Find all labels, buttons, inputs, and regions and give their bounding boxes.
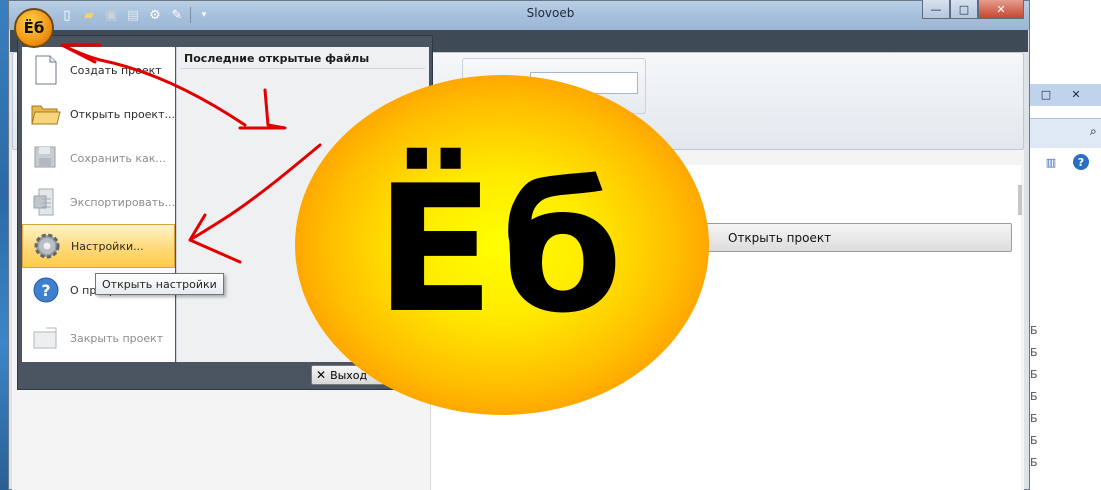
second-window-body — [1030, 148, 1101, 490]
list-item: Б — [1030, 368, 1038, 381]
second-window-close-button[interactable]: ✕ — [1065, 86, 1087, 102]
search-icon[interactable]: ⌕ — [1090, 124, 1097, 139]
application-button[interactable]: Ёб — [14, 8, 54, 48]
minimize-button[interactable]: — — [922, 0, 950, 19]
list-item: Б — [1030, 456, 1038, 469]
export-icon[interactable]: ▤ — [124, 6, 142, 24]
help-icon: ? — [30, 274, 62, 306]
menu-item-label: Экспортировать... — [70, 195, 176, 209]
second-window-maximize-button[interactable]: □ — [1035, 86, 1057, 102]
menu-item-label: Закрыть проект — [70, 331, 164, 345]
menu-item-open-project[interactable]: Открыть проект... — [22, 92, 175, 136]
menu-item-label: Открыть проект... — [70, 107, 175, 121]
exit-icon: ✕ — [316, 368, 327, 382]
divider — [180, 68, 425, 69]
gear-icon — [31, 230, 63, 262]
recent-files-title: Последние открытые файлы — [184, 52, 370, 65]
svg-text:?: ? — [41, 281, 50, 300]
menu-item-label: Настройки... — [71, 239, 144, 253]
list-item: Б — [1030, 412, 1038, 425]
menu-item-label: Создать проект — [70, 63, 162, 77]
save-icon[interactable]: ▣ — [102, 6, 120, 24]
logo-circle: Ёб — [295, 75, 709, 415]
quick-access-toolbar: ▯ ▰ ▣ ▤ ⚙ ✎ ▾ — [58, 4, 213, 26]
list-item: Б — [1030, 346, 1038, 359]
second-window-icons: ▥ ? — [1043, 154, 1089, 170]
scrollbar[interactable] — [1018, 185, 1022, 215]
toolbar-separator — [190, 7, 191, 23]
settings-tooltip: Открыть настройки — [95, 273, 224, 295]
close-button[interactable]: ✕ — [978, 0, 1024, 19]
settings-icon[interactable]: ⚙ — [146, 6, 164, 24]
save-as-icon — [30, 142, 62, 174]
list-item: Б — [1030, 324, 1038, 337]
new-file-icon[interactable]: ▯ — [58, 6, 76, 24]
desktop-edge — [0, 0, 8, 490]
menu-item-new-project[interactable]: Создать проект — [22, 48, 175, 92]
open-project-button[interactable]: Открыть проект — [705, 223, 1012, 252]
logo-text: Ёб — [375, 148, 629, 352]
new-document-icon — [30, 54, 62, 86]
list-item: Б — [1030, 434, 1038, 447]
export-icon — [30, 186, 62, 218]
open-folder-icon[interactable]: ▰ — [80, 6, 98, 24]
menu-item-label: Сохранить как... — [70, 151, 166, 165]
side-list: Б Б Б Б Б Б Б — [1030, 324, 1038, 470]
close-project-icon — [30, 322, 62, 354]
menu-item-close-project[interactable]: Закрыть проект — [22, 316, 175, 360]
folder-open-icon — [30, 98, 62, 130]
window-controls: — □ ✕ — [922, 0, 1024, 19]
list-item: Б — [1030, 390, 1038, 403]
menu-item-save-as[interactable]: Сохранить как... — [22, 136, 175, 180]
panel-icon[interactable]: ▥ — [1043, 154, 1059, 170]
menu-item-settings[interactable]: Настройки... — [22, 224, 175, 268]
dropdown-icon[interactable]: ▾ — [195, 6, 213, 24]
second-window-controls: □ ✕ — [1035, 86, 1087, 102]
menu-item-export[interactable]: Экспортировать... — [22, 180, 175, 224]
help-icon[interactable]: ? — [1073, 154, 1089, 170]
tools-icon[interactable]: ✎ — [168, 6, 186, 24]
maximize-button[interactable]: □ — [950, 0, 978, 19]
